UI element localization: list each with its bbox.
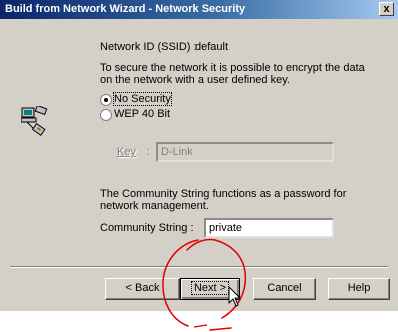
annotation-circle-overlay bbox=[162, 238, 247, 331]
mouse-pointer-icon bbox=[228, 286, 241, 307]
